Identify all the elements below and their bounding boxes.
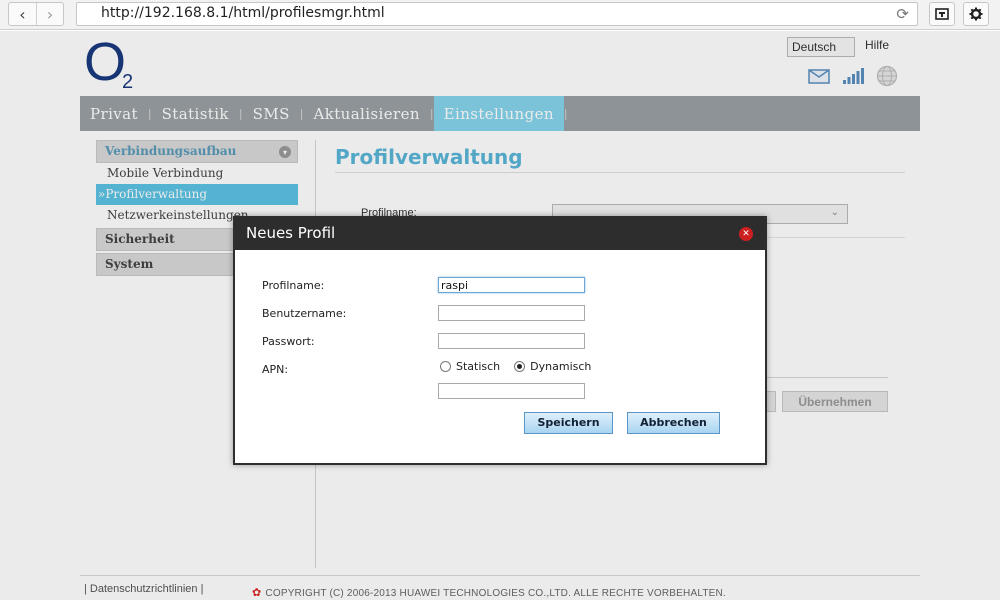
apn-mode-radio-group: Statisch Dynamisch [440, 360, 591, 373]
address-bar[interactable]: http://192.168.8.1/html/profilesmgr.html… [76, 2, 918, 26]
apn-dynamic-radio[interactable] [514, 361, 526, 372]
apn-static-radio[interactable] [440, 361, 451, 372]
nav-buttons: ‹ › [8, 2, 64, 26]
dialog-header: Neues Profil ✕ [235, 218, 765, 250]
url-text: http://192.168.8.1/html/profilesmgr.html [101, 5, 385, 21]
password-label: Passwort: [262, 335, 315, 348]
apn-input[interactable] [438, 383, 585, 399]
close-icon[interactable]: ✕ [739, 227, 753, 241]
apn-label: APN: [262, 363, 289, 376]
router-web-page: O 2 Deutsch Hilfe Privat | Statistik | S… [0, 31, 1000, 600]
save-button[interactable]: Speichern [524, 412, 613, 434]
username-label: Benutzername: [262, 307, 347, 320]
forward-button[interactable]: › [35, 3, 63, 25]
username-input[interactable] [438, 305, 585, 321]
password-input[interactable] [438, 333, 585, 349]
new-profile-dialog: Neues Profil ✕ Profilname: raspi Benutze… [233, 216, 767, 465]
reload-icon[interactable]: ⟳ [896, 5, 909, 23]
apn-dynamic-label: Dynamisch [530, 360, 592, 373]
router-icon[interactable] [929, 2, 955, 26]
profile-name-input[interactable]: raspi [438, 277, 585, 293]
dialog-title: Neues Profil [246, 224, 336, 242]
profile-name-label: Profilname: [262, 279, 325, 292]
browser-toolbar: ‹ › http://192.168.8.1/html/profilesmgr.… [0, 0, 1000, 30]
back-button[interactable]: ‹ [9, 3, 36, 25]
apn-static-label: Statisch [456, 360, 501, 373]
gear-icon[interactable] [963, 2, 989, 26]
cancel-button[interactable]: Abbrechen [627, 412, 720, 434]
